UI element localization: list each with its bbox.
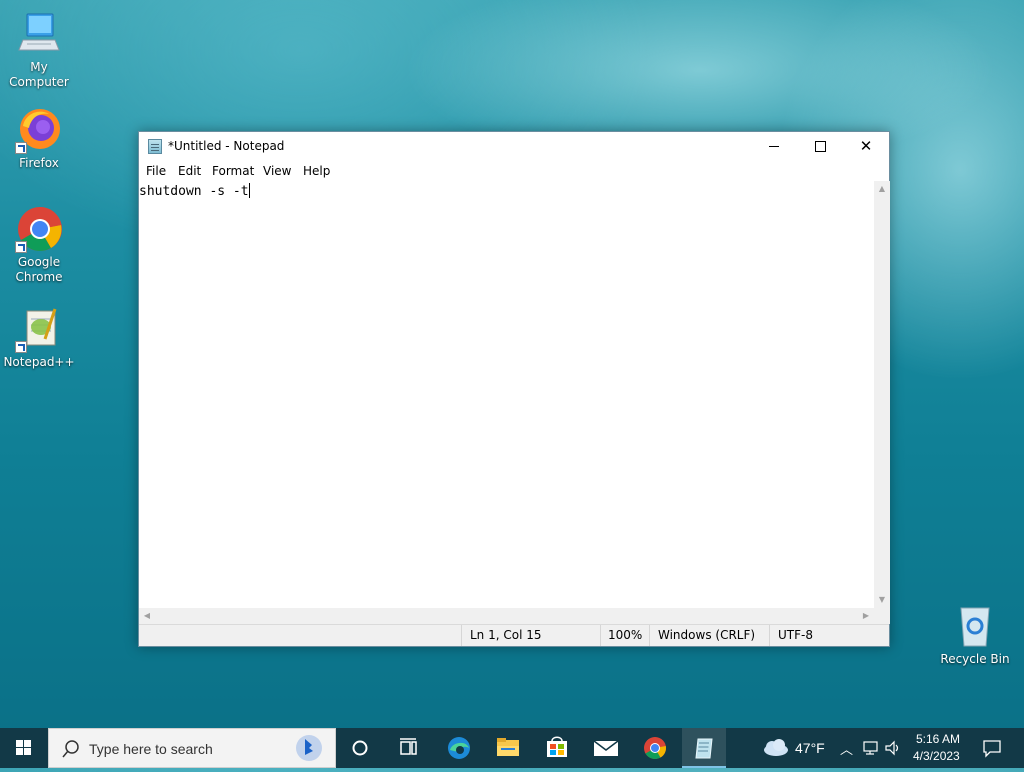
desktop-icon-label: Google Chrome [15,255,63,284]
mail-icon [593,740,619,756]
minimize-button[interactable] [751,132,797,161]
close-button[interactable]: ✕ [843,132,889,161]
desktop-icon-notepad-plus-plus[interactable]: Notepad++ [1,305,77,370]
computer-icon [15,10,63,58]
close-icon: ✕ [859,137,873,155]
status-bar: Ln 1, Col 15 100% Windows (CRLF) UTF-8 [139,624,889,646]
taskbar-mail[interactable] [584,728,628,768]
desktop-icon-label: Firefox [19,156,59,170]
recycle-bin-icon [951,602,999,650]
volume-icon[interactable] [884,739,902,757]
windows-logo-icon [16,740,31,755]
menu-view[interactable]: View [263,164,291,178]
desktop-icon-my-computer[interactable]: My Computer [1,10,77,90]
status-cursor-position: Ln 1, Col 15 [470,628,542,642]
desktop-icon-label: Recycle Bin [940,652,1010,666]
notepad-plus-plus-icon [15,305,63,353]
window-title: *Untitled - Notepad [168,139,285,153]
store-icon [547,736,567,757]
edge-icon [448,737,470,759]
desktop-icon-label: Notepad++ [3,355,75,369]
shortcut-arrow-icon [15,142,27,154]
folder-icon [497,738,519,756]
notepad-icon [695,738,713,759]
vertical-scrollbar[interactable]: ▲ ▼ [874,181,890,608]
status-separator [649,625,650,646]
notepad-icon [148,139,162,154]
shortcut-arrow-icon [15,241,27,253]
status-zoom: 100% [608,628,643,642]
menu-format[interactable]: Format [212,164,254,178]
status-separator [600,625,601,646]
chevron-up-icon[interactable]: ︿ [840,739,853,758]
scroll-down-icon[interactable]: ▼ [874,592,890,608]
firefox-icon [15,106,63,154]
chrome-icon [644,737,666,759]
weather-temperature[interactable]: 47°F [795,740,825,756]
search-icon [62,740,79,758]
status-encoding: UTF-8 [778,628,813,642]
text-caret [248,183,250,198]
shortcut-arrow-icon [15,341,27,353]
cloud-icon[interactable] [760,728,790,768]
bing-icon[interactable] [294,733,324,763]
maximize-icon [815,141,826,152]
scroll-left-icon[interactable]: ◀ [139,608,155,624]
search-box[interactable]: Type here to search [48,728,336,768]
menu-file[interactable]: File [146,164,166,178]
network-icon[interactable] [862,739,880,757]
text-editor[interactable]: shutdown -s -t [139,181,874,608]
status-separator [769,625,770,646]
cortana-circle-icon [352,740,368,756]
taskbar-microsoft-store[interactable] [535,728,579,768]
desktop-icon-google-chrome[interactable]: Google Chrome [1,205,77,285]
search-placeholder: Type here to search [89,741,213,757]
taskbar-edge[interactable] [438,728,480,768]
taskbar: Type here to search 47°F ︿ 5:16 AM 4/3/2… [0,728,1024,768]
menu-help[interactable]: Help [303,164,330,178]
title-bar[interactable]: *Untitled - Notepad ✕ [139,132,889,161]
minimize-icon [769,146,779,147]
status-separator [461,625,462,646]
scrollbar-corner [874,608,890,624]
clock-date[interactable]: 4/3/2023 [913,749,960,763]
clock-time[interactable]: 5:16 AM [916,732,960,746]
task-view-icon [400,738,417,755]
desktop-icon-label: My Computer [9,60,69,89]
cortana-button[interactable] [340,728,380,768]
horizontal-scrollbar[interactable]: ◀ ▶ [139,608,874,624]
scroll-up-icon[interactable]: ▲ [874,181,890,197]
taskbar-chrome[interactable] [633,728,677,768]
desktop-icon-recycle-bin[interactable]: Recycle Bin [937,602,1013,667]
scroll-right-icon[interactable]: ▶ [858,608,874,624]
menu-edit[interactable]: Edit [178,164,201,178]
task-view-button[interactable] [388,728,428,768]
taskbar-file-explorer[interactable] [486,728,530,768]
notepad-window: *Untitled - Notepad ✕ File Edit Format V… [138,131,890,647]
status-line-ending: Windows (CRLF) [658,628,756,642]
maximize-button[interactable] [797,132,843,161]
chrome-icon [15,205,63,253]
start-button[interactable] [0,728,48,768]
taskbar-notepad[interactable] [682,728,726,768]
notifications-icon[interactable] [982,738,1002,758]
menu-bar: File Edit Format View Help [139,161,889,181]
editor-content: shutdown -s -t [139,184,249,199]
desktop-icon-firefox[interactable]: Firefox [1,106,77,171]
